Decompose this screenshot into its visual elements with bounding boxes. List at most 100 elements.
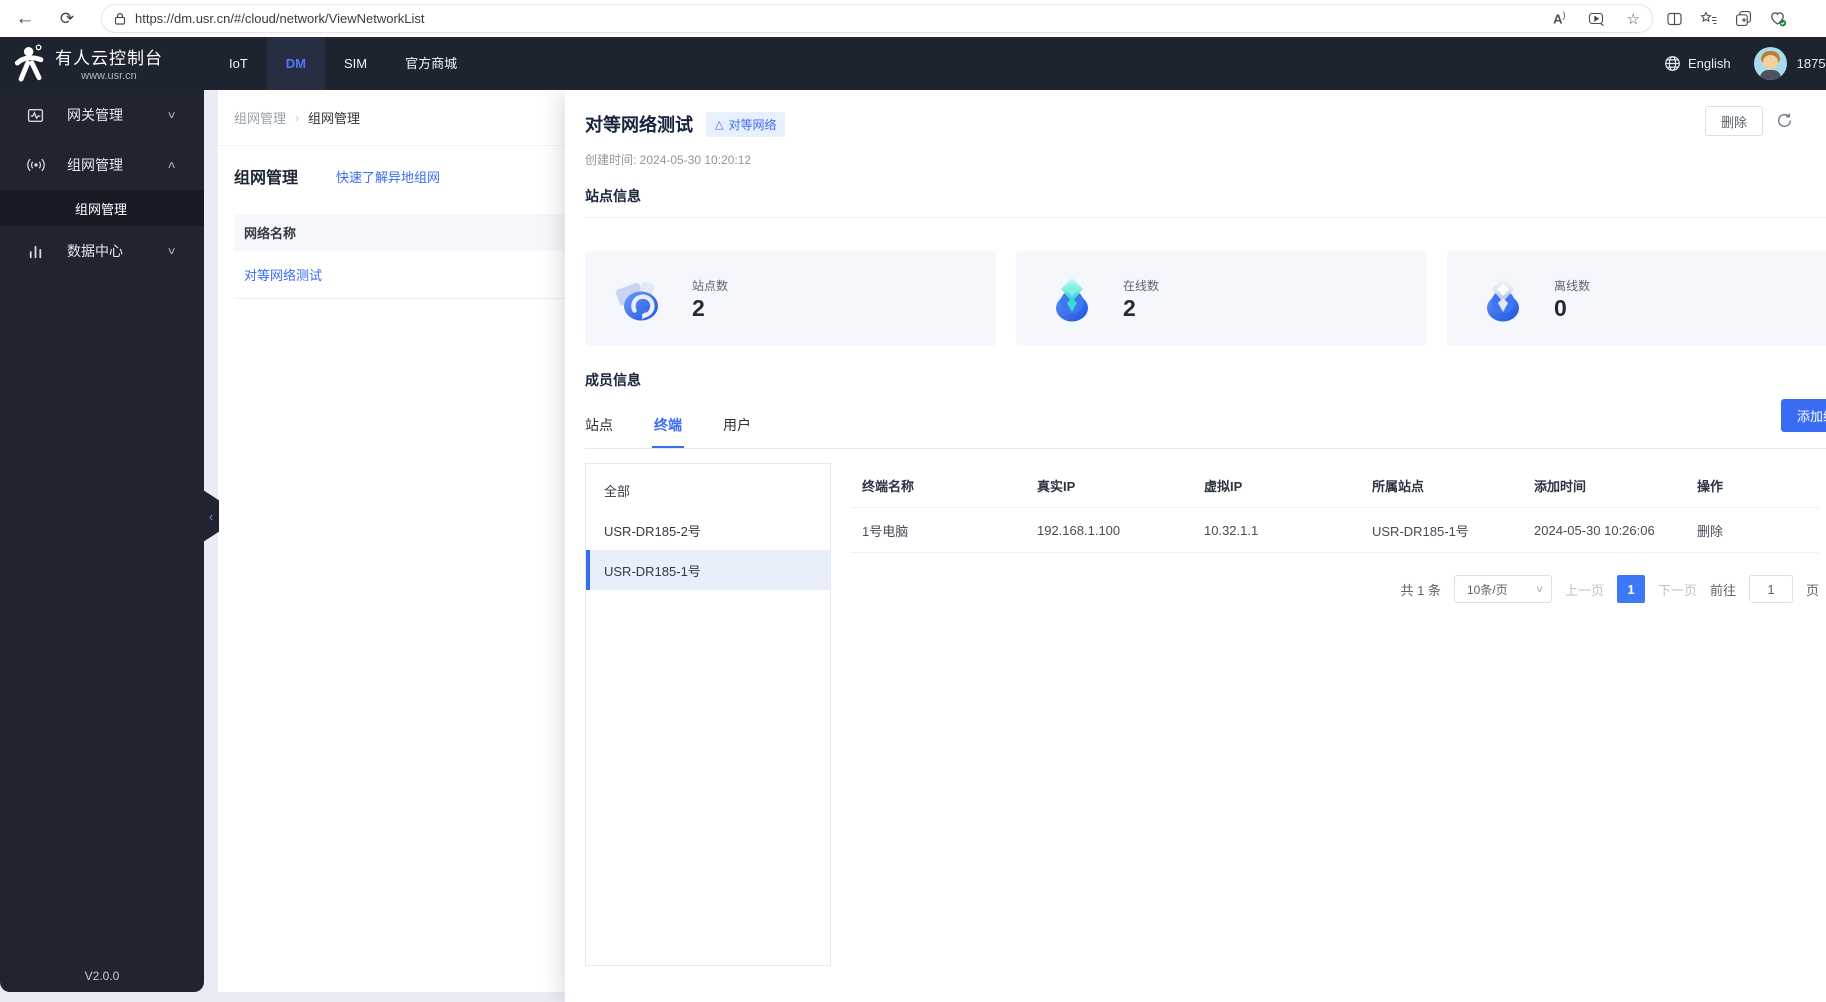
terminal-table: 终端名称 真实IP 虚拟IP 所属站点 添加时间 操作 1号电脑 192.168… — [851, 463, 1819, 966]
site-info-title: 站点信息 — [585, 188, 641, 204]
network-detail-drawer: 对等网络测试 △ 对等网络 删除 ✕ 创建时间: 2024-05-30 10:2… — [565, 90, 1826, 1002]
sidebar-item-data-center[interactable]: 数据中心 ∨ — [0, 226, 204, 276]
sidebar-item-label: 数据中心 — [67, 243, 123, 259]
breadcrumb-current: 组网管理 — [308, 111, 361, 126]
browser-refresh-icon[interactable]: ⟳ — [52, 0, 82, 37]
network-type-badge: △ 对等网络 — [706, 111, 786, 137]
collections-icon[interactable] — [1700, 10, 1718, 27]
top-nav-iot[interactable]: IoT — [210, 37, 267, 90]
sidebar-item-label: 组网管理 — [67, 157, 123, 173]
cell-added-time: 2024-05-30 10:26:06 — [1534, 522, 1655, 538]
badge-label: 对等网络 — [728, 117, 777, 132]
favorite-star-icon[interactable]: ☆ — [1627, 10, 1640, 28]
read-aloud-icon[interactable]: A) — [1553, 10, 1565, 26]
stat-label: 离线数 — [1554, 279, 1591, 293]
offline-count-icon — [1476, 272, 1530, 326]
split-screen-icon[interactable] — [1666, 11, 1683, 27]
chevron-down-icon: ∨ — [166, 245, 177, 257]
terminal-table-row: 1号电脑 192.168.1.100 10.32.1.1 USR-DR185-1… — [851, 508, 1819, 553]
created-time: 创建时间: 2024-05-30 10:20:12 — [585, 153, 752, 167]
cell-virtual-ip: 10.32.1.1 — [1204, 522, 1259, 538]
sidebar: 网关管理 ∨ 组网管理 ∧ 组网管理 数据中心 ∨ V2.0.0 — [0, 90, 204, 992]
sidebar-collapse-handle[interactable]: ‹ — [203, 490, 219, 542]
page-size-select[interactable]: 10条/页 ∨ — [1453, 575, 1552, 603]
version-label: V2.0.0 — [84, 969, 120, 983]
new-tab-copy-icon[interactable] — [1735, 10, 1752, 27]
top-nav-dm[interactable]: DM — [266, 37, 326, 90]
cell-real-ip: 192.168.1.100 — [1037, 522, 1121, 538]
col-site: 所属站点 — [1372, 478, 1425, 494]
pagination-total: 共 1 条 — [1400, 582, 1441, 598]
triangle-icon: △ — [715, 118, 724, 131]
browser-essentials-icon[interactable] — [1769, 10, 1787, 27]
network-row-link[interactable]: 对等网络测试 — [244, 265, 322, 284]
tab-sites[interactable]: 站点 — [585, 410, 613, 448]
stat-card-sites: 站点数 2 — [585, 251, 996, 346]
site-count-icon — [614, 272, 668, 326]
sidebar-item-networking[interactable]: 组网管理 ∧ — [0, 140, 204, 190]
prev-page-button[interactable]: 上一页 — [1565, 580, 1604, 599]
tab-users[interactable]: 用户 — [723, 410, 751, 448]
delete-network-button[interactable]: 删除 — [1704, 106, 1763, 136]
help-link[interactable]: 快速了解异地组网 — [336, 167, 440, 186]
network-icon — [27, 156, 45, 174]
device-item-label: 全部 — [604, 483, 631, 499]
browser-back-icon[interactable]: ← — [10, 0, 40, 37]
top-nav-mall[interactable]: 官方商城 — [386, 37, 476, 90]
top-nav-sim[interactable]: SIM — [325, 37, 386, 90]
goto-page-input[interactable] — [1748, 575, 1793, 603]
cell-site: USR-DR185-1号 — [1372, 523, 1469, 539]
avatar[interactable] — [1753, 47, 1787, 80]
stat-card-offline: 离线数 0 — [1447, 251, 1826, 346]
col-virtual-ip: 虚拟IP — [1204, 478, 1243, 494]
device-item-dr185-1[interactable]: USR-DR185-1号 — [586, 550, 830, 590]
breadcrumb-parent[interactable]: 组网管理 — [234, 108, 286, 127]
sidebar-subitem-networking[interactable]: 组网管理 — [0, 190, 204, 226]
device-filter-list: 全部 USR-DR185-2号 USR-DR185-1号 — [585, 463, 831, 966]
col-terminal-name: 终端名称 — [862, 478, 915, 494]
cell-terminal-name: 1号电脑 — [862, 523, 909, 539]
user-phone[interactable]: 18754 — [1797, 56, 1826, 71]
globe-icon[interactable] — [1664, 55, 1681, 72]
online-count-icon — [1045, 272, 1099, 326]
detail-title: 对等网络测试 — [585, 115, 693, 135]
sidebar-item-label: 网关管理 — [67, 107, 123, 123]
device-item-all[interactable]: 全部 — [586, 470, 830, 510]
terminal-table-header: 终端名称 真实IP 虚拟IP 所属站点 添加时间 操作 — [851, 463, 1819, 508]
col-added-time: 添加时间 — [1534, 478, 1587, 494]
page-size-value: 10条/页 — [1466, 582, 1508, 597]
chevron-down-icon: ∨ — [1534, 583, 1545, 595]
gateway-icon — [27, 107, 44, 124]
data-center-icon — [27, 243, 44, 260]
stat-label: 在线数 — [1123, 279, 1160, 293]
top-nav: IoT DM SIM 官方商城 — [210, 37, 476, 90]
brand[interactable]: 有人云控制台 www.usr.cn — [14, 42, 163, 84]
goto-unit-label: 页 — [1805, 582, 1819, 598]
stat-value: 2 — [1123, 295, 1136, 321]
address-bar[interactable]: https://dm.usr.cn/#/cloud/network/ViewNe… — [101, 4, 1653, 33]
stat-label: 站点数 — [692, 279, 729, 293]
sidebar-item-gateway[interactable]: 网关管理 ∨ — [0, 90, 204, 140]
network-name-column: 网络名称 — [244, 226, 297, 241]
add-terminal-button[interactable]: 添加终端 — [1780, 399, 1826, 432]
next-page-button[interactable]: 下一页 — [1658, 580, 1697, 599]
language-switch[interactable]: English — [1688, 56, 1731, 71]
media-icon[interactable] — [1588, 12, 1605, 26]
app-subtitle: www.usr.cn — [81, 70, 137, 82]
pagination: 共 1 条 10条/页 ∨ 上一页 1 下一页 前往 页 — [851, 575, 1819, 603]
device-item-label: USR-DR185-2号 — [604, 523, 701, 539]
browser-toolbar: ← ⟳ https://dm.usr.cn/#/cloud/network/Vi… — [0, 0, 1826, 37]
delete-terminal-link[interactable]: 删除 — [1686, 521, 1819, 540]
site-stats: 站点数 2 在线数 2 离线数 0 — [585, 251, 1826, 346]
chevron-down-icon: ∨ — [166, 109, 177, 121]
device-item-dr185-2[interactable]: USR-DR185-2号 — [586, 510, 830, 550]
refresh-icon[interactable] — [1776, 112, 1793, 129]
current-page-button[interactable]: 1 — [1616, 575, 1645, 603]
chevron-up-icon: ∧ — [166, 159, 177, 171]
member-tabs: 站点 终端 用户 添加终端 — [585, 399, 1826, 449]
sidebar-subitem-label: 组网管理 — [75, 201, 128, 217]
url-text[interactable]: https://dm.usr.cn/#/cloud/network/ViewNe… — [135, 11, 1553, 26]
stat-value: 2 — [692, 295, 705, 321]
tab-terminals[interactable]: 终端 — [652, 410, 684, 448]
device-item-label: USR-DR185-1号 — [604, 563, 701, 579]
